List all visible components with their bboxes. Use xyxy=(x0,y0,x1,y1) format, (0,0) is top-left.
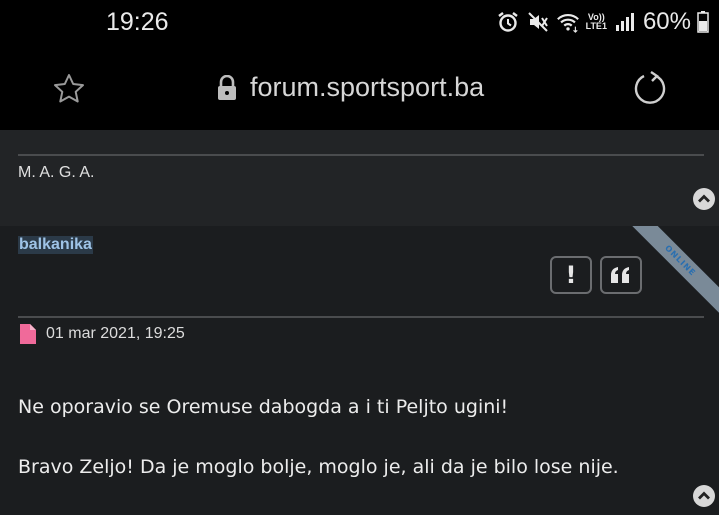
back-to-top-button[interactable] xyxy=(693,485,715,507)
report-icon: ! xyxy=(565,261,577,289)
previous-post-footer: M. A. G. A. xyxy=(0,130,719,226)
browser-address-bar: forum.sportsport.ba xyxy=(0,48,719,130)
forum-post: balkanika ONLINE ! 01 mar 2021, 19:25 Ne… xyxy=(0,226,719,515)
quote-button[interactable] xyxy=(600,256,642,294)
network-type-label: Vo)) LTE1 xyxy=(586,13,607,31)
lte-label: LTE1 xyxy=(585,21,607,31)
reload-icon[interactable] xyxy=(632,70,668,106)
post-signature: M. A. G. A. xyxy=(18,164,95,181)
battery-percent: 60% xyxy=(642,8,691,35)
chevron-up-icon xyxy=(698,491,710,500)
post-meta: 01 mar 2021, 19:25 xyxy=(20,324,185,344)
post-date: 01 mar 2021, 19:25 xyxy=(46,325,185,342)
divider xyxy=(18,316,704,318)
lock-icon xyxy=(218,74,236,100)
post-document-icon[interactable] xyxy=(20,324,36,344)
post-text-line: Ne oporavio se Oremuse dabogda a i ti Pe… xyxy=(18,396,509,418)
chevron-up-icon xyxy=(698,194,710,203)
bookmark-star-icon[interactable] xyxy=(52,72,86,106)
report-button[interactable]: ! xyxy=(550,256,592,294)
clock: 19:26 xyxy=(106,8,169,36)
post-text-line: Bravo Zeljo! Da je moglo bolje, moglo je… xyxy=(18,456,619,478)
url-field[interactable]: forum.sportsport.ba xyxy=(216,72,484,103)
divider xyxy=(18,154,704,156)
post-author-link[interactable]: balkanika xyxy=(18,236,93,254)
quote-icon xyxy=(611,267,629,283)
alarm-icon xyxy=(496,10,520,34)
signal-icon xyxy=(613,10,637,34)
status-icons: Vo)) LTE1 60% xyxy=(496,8,709,36)
url-text: forum.sportsport.ba xyxy=(250,72,485,102)
wifi-icon xyxy=(556,10,580,34)
back-to-top-button[interactable] xyxy=(693,188,715,210)
battery-icon xyxy=(697,11,709,33)
mute-icon xyxy=(526,10,550,34)
status-bar: 19:26 Vo)) LTE1 60% xyxy=(0,0,719,48)
